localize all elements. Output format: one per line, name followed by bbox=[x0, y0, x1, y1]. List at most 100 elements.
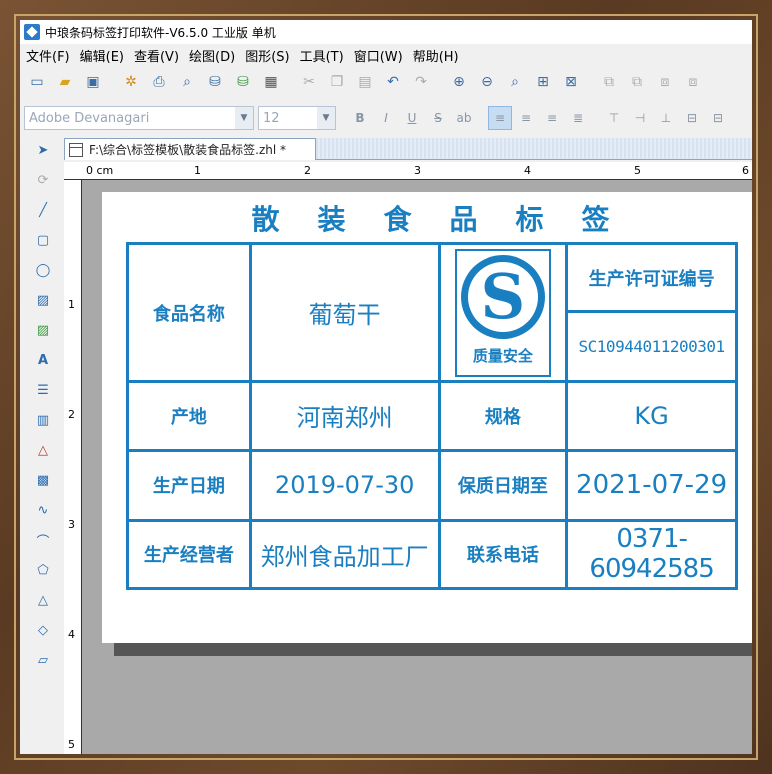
window-title: 中琅条码标签打印软件-V6.5.0 工业版 单机 bbox=[45, 25, 276, 40]
strikethrough-icon[interactable]: S bbox=[426, 106, 450, 130]
redo-icon[interactable]: ↷ bbox=[408, 70, 434, 94]
shelf-life-label[interactable]: 保质日期至 bbox=[437, 448, 569, 522]
ellipse-tool-icon[interactable]: ◯ bbox=[31, 258, 55, 282]
ruler-label: 0 cm bbox=[86, 164, 114, 177]
spec-label[interactable]: 规格 bbox=[437, 380, 569, 452]
polygon-tool-icon[interactable]: ⬠ bbox=[31, 558, 55, 582]
menu-draw[interactable]: 绘图(D) bbox=[189, 46, 235, 65]
picture-tool-icon[interactable]: ▨ bbox=[31, 318, 55, 342]
qs-letter: S bbox=[467, 261, 538, 332]
font-name-select[interactable]: Adobe Devanagari ▼ bbox=[24, 106, 254, 130]
horizontal-ruler: 0 cm 1 2 3 4 5 6 bbox=[64, 162, 752, 180]
document-tab[interactable]: F:\综合\标签模板\散装食品标签.zhl * bbox=[64, 138, 316, 160]
distribute-icon[interactable]: ⊟ bbox=[680, 106, 704, 130]
main-toolbar: ▭ ▰ ▣ ✲ ⎙ ⌕ ⛁ ⛁ ▦ ✂ ❐ ▤ ↶ ↷ ⊕ ⊖ ⌕ ⊞ ⊠ ⧉ … bbox=[20, 68, 752, 96]
qrcode-tool-icon[interactable]: ▩ bbox=[31, 468, 55, 492]
chevron-down-icon: ▼ bbox=[235, 107, 253, 129]
production-date-value[interactable]: 2019-07-30 bbox=[248, 448, 441, 522]
align-top-objects-icon[interactable]: ⧈ bbox=[652, 70, 678, 94]
rectangle-tool-icon[interactable]: ▢ bbox=[31, 228, 55, 252]
menu-edit[interactable]: 编辑(E) bbox=[80, 46, 124, 65]
design-canvas[interactable]: 0 cm 1 2 3 4 5 6 1 2 3 4 5 散装食品标签 食品名称 葡… bbox=[64, 162, 752, 754]
line-tool-icon[interactable]: ╱ bbox=[31, 198, 55, 222]
align-justify-icon[interactable]: ≣ bbox=[566, 106, 590, 130]
phone-label[interactable]: 联系电话 bbox=[437, 518, 569, 591]
char-spacing-icon[interactable]: ab bbox=[452, 106, 476, 130]
open-folder-icon[interactable]: ▰ bbox=[52, 70, 78, 94]
shelf-life-value[interactable]: 2021-07-29 bbox=[565, 448, 738, 522]
print-icon[interactable]: ⎙ bbox=[146, 70, 172, 94]
ruler-label: 4 bbox=[524, 164, 531, 177]
ruler-label: 1 bbox=[68, 298, 75, 311]
distribute-vertical-icon[interactable]: ⊟ bbox=[706, 106, 730, 130]
save-icon[interactable]: ▣ bbox=[80, 70, 106, 94]
grid-icon[interactable]: ▦ bbox=[258, 70, 284, 94]
food-name-label[interactable]: 食品名称 bbox=[126, 241, 252, 384]
database-settings-icon[interactable]: ⛁ bbox=[230, 70, 256, 94]
menu-tools[interactable]: 工具(T) bbox=[300, 46, 344, 65]
pointer-icon[interactable]: ➤ bbox=[31, 138, 55, 162]
production-date-label[interactable]: 生产日期 bbox=[126, 448, 252, 522]
text-tool-icon[interactable]: A bbox=[31, 348, 55, 372]
menu-shape[interactable]: 图形(S) bbox=[245, 46, 289, 65]
license-value[interactable]: SC10944011200301 bbox=[568, 313, 735, 380]
producer-value[interactable]: 郑州食品加工厂 bbox=[248, 518, 441, 591]
arc-tool-icon[interactable]: ⌒ bbox=[31, 528, 55, 552]
menu-window[interactable]: 窗口(W) bbox=[354, 46, 403, 65]
copy-icon[interactable]: ❐ bbox=[324, 70, 350, 94]
valign-middle-icon[interactable]: ⊣ bbox=[628, 106, 652, 130]
valign-top-icon[interactable]: ⊤ bbox=[602, 106, 626, 130]
zoom-in-icon[interactable]: ⊕ bbox=[446, 70, 472, 94]
italic-icon[interactable]: I bbox=[374, 106, 398, 130]
shape-tool-icon[interactable]: △ bbox=[31, 438, 55, 462]
label-page[interactable]: 散装食品标签 食品名称 葡萄干 S 质量安全 生产许可证编号 SC1094401… bbox=[102, 192, 752, 643]
zoom-icon[interactable]: ⌕ bbox=[502, 70, 528, 94]
document-tab-title: F:\综合\标签模板\散装食品标签.zhl * bbox=[89, 143, 287, 157]
parallelogram-tool-icon[interactable]: ▱ bbox=[31, 648, 55, 672]
valign-bottom-icon[interactable]: ⊥ bbox=[654, 106, 678, 130]
align-right-icon[interactable]: ≡ bbox=[540, 106, 564, 130]
paste-icon[interactable]: ▤ bbox=[352, 70, 378, 94]
triangle-tool-icon[interactable]: △ bbox=[31, 588, 55, 612]
underline-icon[interactable]: U bbox=[400, 106, 424, 130]
image-tool-icon[interactable]: ▨ bbox=[31, 288, 55, 312]
label-title[interactable]: 散装食品标签 bbox=[102, 198, 752, 238]
rotate-icon[interactable]: ⟳ bbox=[31, 168, 55, 192]
producer-label[interactable]: 生产经营者 bbox=[126, 518, 252, 591]
rich-text-tool-icon[interactable]: ☰ bbox=[31, 378, 55, 402]
spec-value[interactable]: KG bbox=[565, 380, 738, 452]
food-name-value[interactable]: 葡萄干 bbox=[248, 241, 441, 384]
font-size-select[interactable]: 12 ▼ bbox=[258, 106, 336, 130]
undo-icon[interactable]: ↶ bbox=[380, 70, 406, 94]
menu-file[interactable]: 文件(F) bbox=[26, 46, 70, 65]
print-preview-icon[interactable]: ⌕ bbox=[174, 70, 200, 94]
fit-width-icon[interactable]: ⊠ bbox=[558, 70, 584, 94]
origin-label[interactable]: 产地 bbox=[126, 380, 252, 452]
align-left-objects-icon[interactable]: ⧉ bbox=[596, 70, 622, 94]
zoom-out-icon[interactable]: ⊖ bbox=[474, 70, 500, 94]
drawing-tools-panel: ➤ ⟳ ╱ ▢ ◯ ▨ ▨ A ☰ ▥ △ ▩ ∿ ⌒ ⬠ △ ◇ ▱ bbox=[24, 138, 62, 754]
bold-icon[interactable]: B bbox=[348, 106, 372, 130]
ruler-label: 3 bbox=[68, 518, 75, 531]
cut-icon[interactable]: ✂ bbox=[296, 70, 322, 94]
align-left-icon[interactable]: ≡ bbox=[488, 106, 512, 130]
settings-icon[interactable]: ✲ bbox=[118, 70, 144, 94]
license-label[interactable]: 生产许可证编号 bbox=[568, 245, 735, 314]
license-cell: 生产许可证编号 SC10944011200301 bbox=[565, 241, 738, 384]
qs-logo-cell[interactable]: S 质量安全 bbox=[437, 241, 569, 384]
new-file-icon[interactable]: ▭ bbox=[24, 70, 50, 94]
database-icon[interactable]: ⛁ bbox=[202, 70, 228, 94]
menu-view[interactable]: 查看(V) bbox=[134, 46, 179, 65]
fit-page-icon[interactable]: ⊞ bbox=[530, 70, 556, 94]
ruler-label: 5 bbox=[634, 164, 641, 177]
barcode-tool-icon[interactable]: ▥ bbox=[31, 408, 55, 432]
align-center-icon[interactable]: ≡ bbox=[514, 106, 538, 130]
label-table[interactable]: 食品名称 葡萄干 S 质量安全 生产许可证编号 SC10944011200301 bbox=[126, 241, 738, 591]
align-right-objects-icon[interactable]: ⧉ bbox=[624, 70, 650, 94]
diamond-tool-icon[interactable]: ◇ bbox=[31, 618, 55, 642]
curve-tool-icon[interactable]: ∿ bbox=[31, 498, 55, 522]
align-bottom-objects-icon[interactable]: ⧈ bbox=[680, 70, 706, 94]
origin-value[interactable]: 河南郑州 bbox=[248, 380, 441, 452]
phone-value[interactable]: 0371-60942585 bbox=[565, 518, 738, 591]
menu-help[interactable]: 帮助(H) bbox=[413, 46, 459, 65]
